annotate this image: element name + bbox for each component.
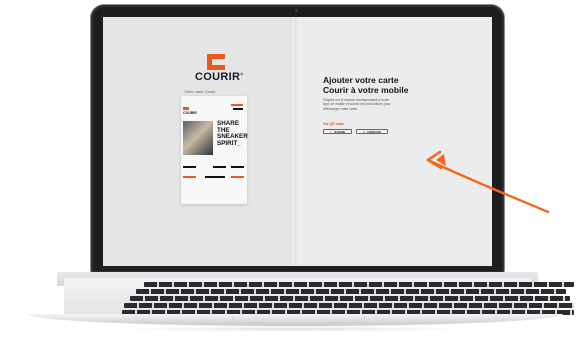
page-title: Ajouter votre carte Courir à votre mobil… [323,75,409,95]
android-icon: ● [363,129,365,134]
laptop-screen: COURIR® Votre carte Courir COURIR SHARE … [103,17,492,266]
android-button[interactable]: ● ANDROID [356,129,388,134]
trackpad [233,316,365,323]
laptop-lid: COURIR® Votre carte Courir COURIR SHARE … [91,5,504,273]
brand-name: COURIR® [195,71,244,83]
card-headline: SHARE THE SNEAKER SPIRIT_ [217,120,248,147]
qr-code-link[interactable]: Via QR code [323,122,344,126]
instructions-text: Cliquez sur le bouton correspondant à vo… [323,98,391,111]
left-pane: COURIR® Votre carte Courir COURIR SHARE … [103,17,297,266]
courir-logo-icon [207,54,225,70]
loyalty-card-preview: COURIR SHARE THE SNEAKER SPIRIT_ [181,96,248,204]
iphone-button[interactable]:  IPHONE [323,129,352,134]
right-pane: Ajouter votre carte Courir à votre mobil… [297,17,492,266]
apple-icon:  [330,130,332,134]
card-logo: COURIR [183,107,197,115]
tagline: Votre carte Courir [184,89,216,94]
webcam-icon [295,9,298,12]
card-photo [183,121,213,155]
keyboard [64,278,574,317]
